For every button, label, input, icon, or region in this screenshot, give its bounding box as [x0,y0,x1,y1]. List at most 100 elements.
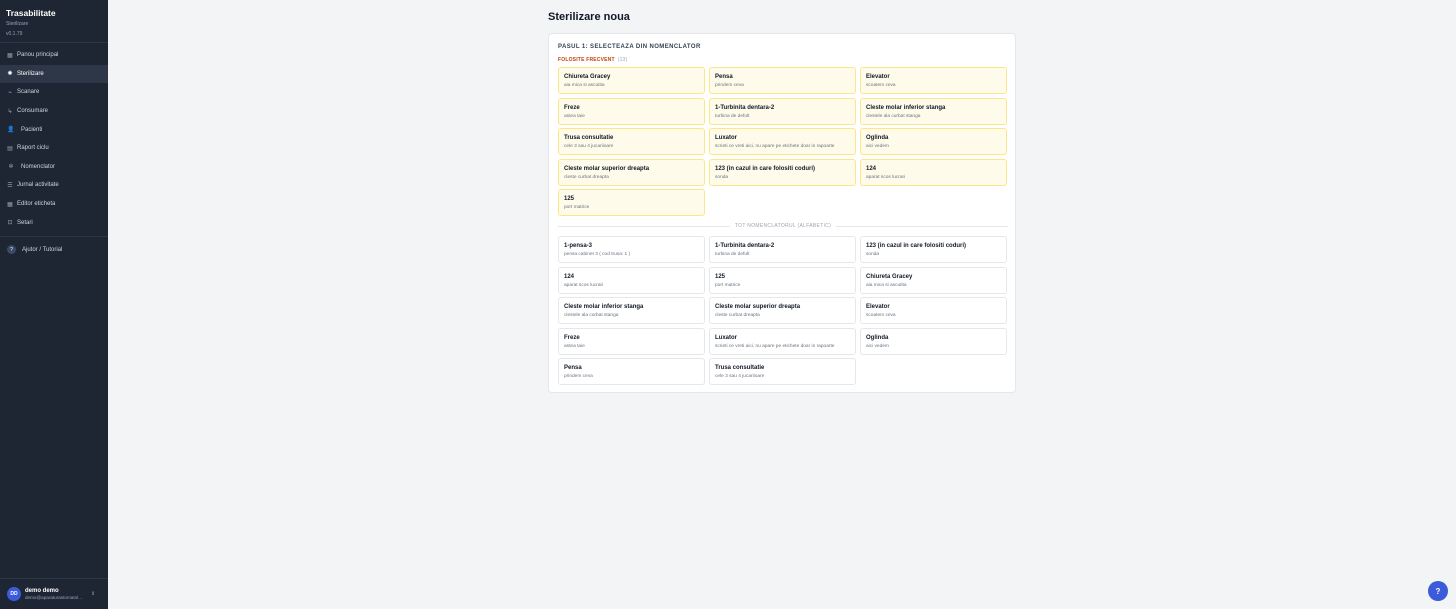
sidebar-item-consumare[interactable]: ↳ Consumare [0,102,108,121]
sidebar-item-editor-eticheta[interactable]: ▦ Editor eticheta [0,195,108,214]
sidebar-item-label: Setari [17,219,33,226]
sidebar-item-pacienti[interactable]: 👤 Pacienti [0,120,108,139]
item-name: 1-Turbinita dentara-2 [715,104,775,111]
item-description: port matrice [715,282,741,288]
sidebar-item-sterilizare[interactable]: ✺ Sterilizare [0,64,108,84]
avatar: DD [7,587,21,601]
item-card[interactable]: Cleste molar inferior stanga clestele ala… [860,97,1007,125]
chevron-updown-icon: ⇕ [91,591,96,597]
item-card[interactable]: Cleste molar superior dreapta cleste curb… [558,158,705,186]
item-description: aia mica si ascutita [564,83,605,88]
item-description: cleste curbat dreapta [564,174,609,180]
sidebar-item-label: Ajutor / Tutorial [22,246,63,253]
item-description: cele 3 sau 4 jucariioare [715,374,765,379]
settings-gear-icon: ✲ [8,164,14,171]
item-name: Pensa [715,74,733,80]
item-name: Freze [564,334,580,341]
app-subtitle: Sterilizare [6,21,29,27]
all-section-divider: TOT NOMENCLATORUL (ALFABETIC) [558,222,1008,230]
item-card[interactable]: 124 aparat scos lucrari [860,158,1007,186]
item-card[interactable]: 123 (in cazul in care folositi coduri) so… [709,158,856,186]
item-card[interactable]: Cleste molar inferior stanga clestele ala… [558,297,705,324]
item-card[interactable]: Luxator scrieti ce vreti aici, nu apare p… [709,128,856,155]
item-card[interactable]: Freze astea taie [558,97,705,125]
item-card[interactable]: Pensa prindem ceva [709,67,856,94]
item-name: Trusa consultatie [715,365,765,371]
sidebar-item-setari[interactable]: ⊡ Setari [0,213,108,232]
item-card[interactable]: Pensa prindem ceva [558,358,705,385]
item-name: Trusa consultatie [564,135,614,141]
frequent-count: (13) [617,57,628,63]
item-name: Cleste molar inferior stanga [866,104,946,111]
item-card[interactable]: 125 port matrice [558,189,705,216]
item-card[interactable]: Elevator scoatem ceva [860,297,1007,324]
item-card[interactable]: Trusa consultatie cele 3 sau 4 jucariioar… [558,128,705,155]
item-description: scrieti ce vreti aici, nu apare pe etich… [715,144,835,149]
sidebar-item-help[interactable]: ? Ajutor / Tutorial [0,241,108,259]
item-name: 124 [564,273,575,280]
item-description: aparat scos lucrari [866,174,906,180]
question-icon: ? [1435,586,1441,596]
item-card[interactable]: Freze astea taie [558,327,705,355]
item-description: port matrice [564,205,590,210]
app-version: v0.1.79 [6,31,23,37]
sidebar: Trasabilitate Sterilizare v0.1.79 ▦ Panou… [0,0,108,609]
item-description: pensa cabinet 3 ( cod trusa: 1 ) [564,252,631,257]
item-description: aia mica si ascutita [866,282,907,288]
grid-icon: ▦ [7,52,13,59]
sidebar-item-scanare[interactable]: ⌁ Scanare [0,83,108,102]
help-icon: ? [7,245,16,255]
item-card[interactable]: Luxator scrieti ce vreti aici, nu apare p… [709,327,856,355]
item-name: Oglinda [866,334,889,341]
sidebar-item-label: Sterilizare [17,70,44,77]
item-card[interactable]: 1-pensa-3 pensa cabinet 3 ( cod trusa: 1 … [558,236,705,263]
brand: Trasabilitate Sterilizare v0.1.79 [0,0,108,43]
sidebar-item-jurnal-activitate[interactable]: ☰ Jurnal activitate [0,176,108,195]
item-card[interactable]: Oglinda aici vedem [860,128,1007,155]
item-description: turbina de defult [715,113,750,119]
sidebar-item-label: Raport ciclu [17,145,49,152]
user-name: demo demo [25,587,59,594]
item-description: astea taie [564,343,585,349]
patients-icon: 👤 [7,127,15,134]
item-card[interactable]: Chiureta Gracey aia mica si ascutita [860,266,1007,294]
frequent-section-label: FOLOSITE FRECVENT (13) [558,57,627,63]
item-name: 1-pensa-3 [564,243,593,249]
item-description: aici vedem [866,343,889,349]
item-description: cele 3 sau 4 jucariioare [564,144,614,149]
main-content: Sterilizare noua PASUL 1: SELECTEAZA DIN… [108,0,1456,609]
item-card[interactable]: 124 aparat scos lucrari [558,266,705,294]
sidebar-item-raport-ciclu[interactable]: ▤ Raport ciclu [0,139,108,158]
item-name: Elevator [866,74,890,80]
label-icon: ▦ [7,201,13,208]
sidebar-item-panou-principal[interactable]: ▦ Panou principal [0,46,108,65]
all-grid: 1-pensa-3 pensa cabinet 3 ( cod trusa: 1 … [558,236,1008,385]
list-icon: ☰ [7,182,13,189]
item-card[interactable]: 123 (in cazul in care folositi coduri) so… [860,236,1007,263]
item-description: aici vedem [866,144,889,149]
item-card[interactable]: Elevator scoatem ceva [860,67,1007,94]
frequent-label-text: FOLOSITE FRECVENT [558,57,615,63]
lock-icon: ⊡ [7,220,13,227]
item-card[interactable]: Oglinda aici vedem [860,327,1007,355]
sidebar-item-label: Nomenclator [21,163,56,170]
item-card[interactable]: Chiureta Gracey aia mica si ascutita [558,67,705,94]
sidebar-item-label: Consumare [17,108,49,115]
item-card[interactable]: 1-Turbinita dentara-2 turbina de defult [709,97,856,125]
item-description: sonda [866,252,880,257]
step-title: PASUL 1: SELECTEAZA DIN NOMENCLATOR [558,44,701,50]
help-fab-button[interactable]: ? [1428,581,1448,601]
item-description: clestele ala curbat stanga [866,113,921,119]
item-card[interactable]: Cleste molar superior dreapta cleste curb… [709,297,856,324]
sidebar-item-nomenclator[interactable]: ✲ Nomenclator [0,158,108,177]
sidebar-item-label: Editor eticheta [17,201,56,208]
page-title: Sterilizare noua [548,11,630,23]
item-card[interactable]: 125 port matrice [709,266,856,294]
item-card[interactable]: Trusa consultatie cele 3 sau 4 jucariioar… [709,358,856,385]
user-menu[interactable]: DD demo demo demo@aparaturastomatol... ⇕ [0,578,108,609]
all-section-label: TOT NOMENCLATORUL (ALFABETIC) [729,222,837,230]
item-card[interactable]: 1-Turbinita dentara-2 turbina de defult [709,236,856,263]
item-name: Cleste molar superior dreapta [715,304,801,310]
item-description: clestele ala curbat stanga [564,313,619,318]
item-description: astea taie [564,113,585,119]
